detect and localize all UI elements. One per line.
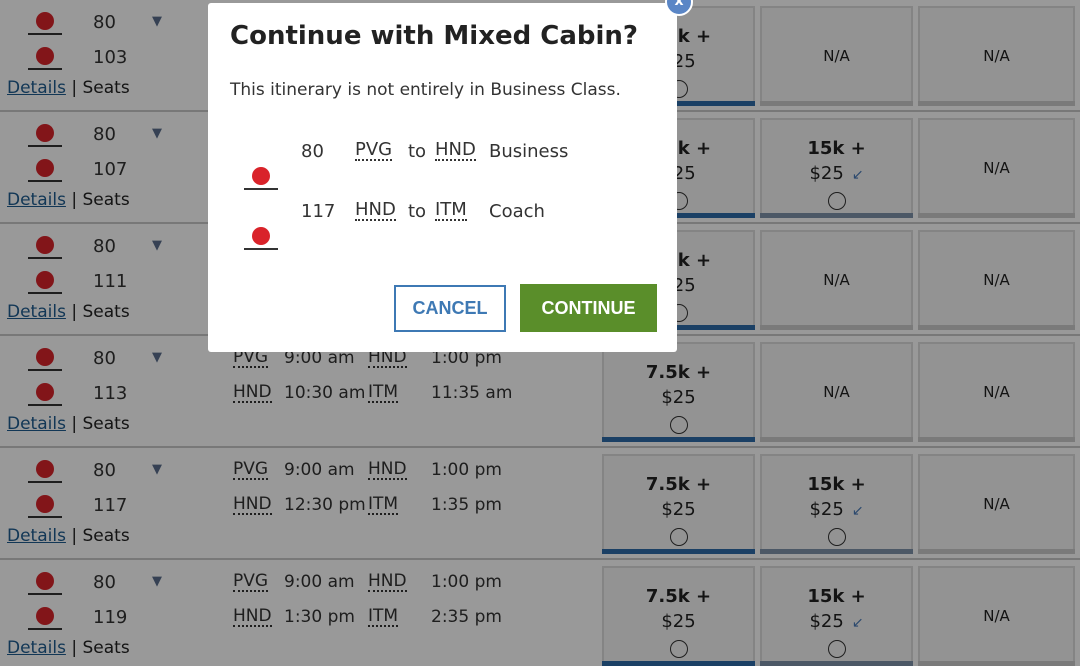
destination-airport[interactable]: HND [435,141,476,161]
dialog-segment: 80 PVG to HND Business [208,141,677,201]
dialog-segment: 117 HND to ITM Coach [208,201,677,261]
cabin-label: Coach [489,201,545,222]
japan-airlines-logo [244,167,278,195]
dialog-subtitle: This itinerary is not entirely in Busine… [230,80,621,100]
continue-button[interactable]: CONTINUE [520,284,657,332]
cabin-label: Business [489,141,569,162]
to-label: to [408,201,427,222]
flight-number: 117 [301,201,336,222]
origin-airport[interactable]: HND [355,201,396,221]
cancel-button[interactable]: CANCEL [394,285,506,332]
destination-airport[interactable]: ITM [435,201,467,221]
dialog-title: Continue with Mixed Cabin? [230,21,639,51]
japan-airlines-logo [244,227,278,255]
flight-number: 80 [301,141,324,162]
origin-airport[interactable]: PVG [355,141,393,161]
mixed-cabin-dialog: Continue with Mixed Cabin? This itinerar… [208,3,677,352]
to-label: to [408,141,427,162]
